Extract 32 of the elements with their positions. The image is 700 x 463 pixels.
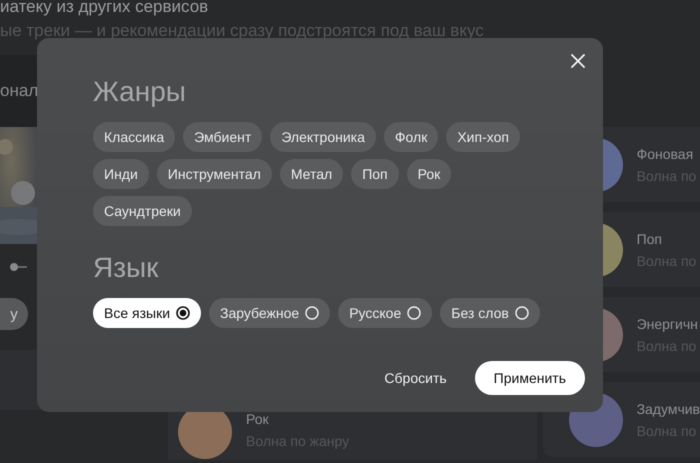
genre-chip[interactable]: Инди [93, 159, 149, 189]
language-chip[interactable]: Зарубежное [209, 298, 330, 328]
card-title: Фоновая [636, 146, 694, 162]
language-chip[interactable]: Русское [338, 298, 432, 328]
radio-icon [514, 306, 529, 320]
radio-icon [305, 306, 320, 320]
genre-chip[interactable]: Метал [280, 159, 344, 189]
genre-chip[interactable]: Эмбиент [183, 122, 262, 152]
reset-button[interactable]: Сбросить [384, 370, 447, 386]
genre-chip[interactable]: Инструментал [156, 159, 272, 189]
card-title: Энергичн [636, 316, 698, 332]
apply-button[interactable]: Применить [474, 361, 585, 395]
genre-chip[interactable]: Поп [351, 159, 399, 189]
wave-button[interactable]: у [0, 298, 28, 330]
radio-icon [176, 306, 190, 320]
section-title: иатеку из других сервисов [0, 0, 210, 17]
genre-chip[interactable]: Саундтреки [93, 196, 192, 226]
genre-chip[interactable]: Классика [93, 122, 176, 152]
language-chip[interactable]: Все языки [93, 298, 202, 328]
genre-chip[interactable]: Фолк [384, 122, 438, 152]
section-heading: Жанры [93, 76, 187, 108]
card-title: Задумчив [636, 400, 700, 416]
genre-chip[interactable]: Рок [406, 159, 452, 189]
panel-heading: онал [0, 81, 37, 101]
card-title: Поп [636, 230, 663, 246]
close-icon[interactable] [571, 54, 585, 68]
language-chip[interactable]: Без слов [440, 298, 540, 328]
genre-chip[interactable]: Электроника [270, 122, 376, 152]
genre-chip[interactable]: Хип-хоп [446, 122, 520, 152]
card-title: Рок [246, 411, 270, 427]
section-heading: Язык [93, 252, 160, 284]
radio-icon [407, 306, 422, 320]
